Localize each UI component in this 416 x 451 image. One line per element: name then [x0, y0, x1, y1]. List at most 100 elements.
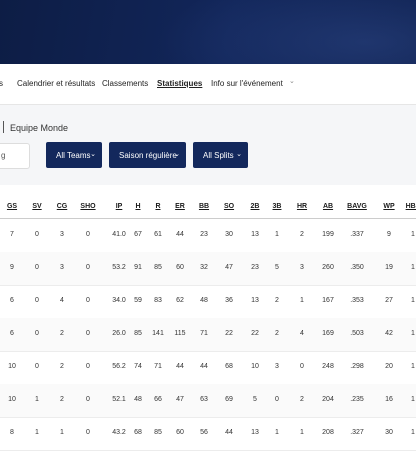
table-cell: 6 [10, 297, 14, 304]
nav-item-calendar[interactable]: Calendrier et résultats [17, 79, 95, 88]
teams-dropdown[interactable]: All Teams ⌄ [46, 142, 102, 168]
table-cell: 22 [251, 330, 259, 337]
table-cell: 115 [174, 330, 186, 337]
column-header-cg[interactable]: CG [57, 203, 68, 210]
table-cell: .350 [350, 264, 364, 271]
table-cell: 204 [322, 396, 334, 403]
column-header-ab[interactable]: AB [323, 203, 333, 210]
table-cell: 44 [176, 231, 184, 238]
table-cell: 3 [275, 363, 279, 370]
column-header-gs[interactable]: GS [7, 203, 17, 210]
table-cell: 2 [60, 363, 64, 370]
column-header-er[interactable]: ER [175, 203, 185, 210]
table-cell: 1 [300, 429, 304, 436]
table-cell: 56 [200, 429, 208, 436]
column-header-hbp[interactable]: HBP [406, 203, 416, 210]
table-cell: 91 [134, 264, 142, 271]
column-header-sho[interactable]: SHO [80, 203, 95, 210]
table-cell: 141 [152, 330, 164, 337]
table-cell: 52.1 [112, 396, 126, 403]
table-row: 8 1 1 0 43.2 68 85 60 56 44 13 1 1 208 .327 30 1 [0, 417, 416, 451]
table-cell: 5 [275, 264, 279, 271]
table-cell: 53.2 [112, 264, 126, 271]
table-cell: 23 [251, 264, 259, 271]
table-cell: 83 [154, 297, 162, 304]
table-cell: 63 [200, 396, 208, 403]
chevron-down-icon: ⌄ [236, 151, 242, 158]
table-cell: 62 [176, 297, 184, 304]
table-cell: 1 [60, 429, 64, 436]
table-cell: 9 [10, 264, 14, 271]
table-cell: 0 [86, 231, 90, 238]
table-cell: 3 [60, 231, 64, 238]
column-header-so[interactable]: SO [224, 203, 234, 210]
table-cell: 9 [387, 231, 391, 238]
column-header-sv[interactable]: SV [32, 203, 41, 210]
column-header-r[interactable]: R [155, 203, 160, 210]
table-row: 6 0 2 0 26.0 85 141 115 71 22 22 2 4 169.503 42 1 [0, 318, 416, 352]
table-cell: 61 [154, 231, 162, 238]
table-cell: 41.0 [112, 231, 126, 238]
splits-dropdown[interactable]: All Splits ⌄ [193, 142, 248, 168]
search-input[interactable]: g [0, 143, 30, 169]
table-cell: 10 [251, 363, 259, 370]
column-header-bavg[interactable]: BAVG [347, 203, 367, 210]
table-cell: 8 [10, 429, 14, 436]
table-cell: 74 [134, 363, 142, 370]
table-cell: 2 [300, 396, 304, 403]
table-cell: 85 [154, 264, 162, 271]
table-cell: 1 [411, 363, 415, 370]
teams-dropdown-label: All Teams [56, 151, 91, 160]
table-cell: .337 [350, 231, 364, 238]
table-cell: 85 [154, 429, 162, 436]
column-header-wp[interactable]: WP [383, 203, 394, 210]
nav-item-standings[interactable]: Classements [102, 79, 148, 88]
table-cell: 48 [200, 297, 208, 304]
table-cell: 4 [60, 297, 64, 304]
table-cell: 208 [322, 429, 334, 436]
table-cell: 66 [154, 396, 162, 403]
event-nav: s Calendrier et résultats Classements St… [0, 64, 416, 105]
table-cell: 0 [86, 396, 90, 403]
chevron-down-icon[interactable]: ⌄ [289, 77, 295, 85]
table-cell: 1 [411, 297, 415, 304]
splits-dropdown-label: All Splits [203, 151, 234, 160]
table-cell: 2 [275, 297, 279, 304]
table-cell: 167 [322, 297, 334, 304]
nav-item-statistics[interactable]: Statistiques [157, 79, 202, 88]
table-cell: 0 [275, 396, 279, 403]
table-cell: 2 [275, 330, 279, 337]
nav-item-partial[interactable]: s [0, 79, 3, 88]
table-row: 10 0 2 0 56.2 74 71 44 44 68 10 3 0 248.298 20 1 [0, 351, 416, 385]
table-header-row: GSSVCGSHOIPHRERBBSO2B3BHRABBAVGWPHBP [0, 196, 416, 219]
table-cell: 169 [322, 330, 334, 337]
table-cell: 44 [225, 429, 233, 436]
table-cell: 13 [251, 297, 259, 304]
column-header-bb[interactable]: BB [199, 203, 209, 210]
table-cell: 69 [225, 396, 233, 403]
table-cell: 2 [300, 231, 304, 238]
table-cell: 2 [60, 396, 64, 403]
table-cell: 42 [385, 330, 393, 337]
header-banner [0, 0, 416, 64]
column-header-h[interactable]: H [135, 203, 140, 210]
table-cell: 0 [86, 297, 90, 304]
table-cell: .327 [350, 429, 364, 436]
column-header-2b[interactable]: 2B [251, 203, 260, 210]
nav-item-event-info[interactable]: Info sur l'événement [211, 79, 283, 88]
column-header-3b[interactable]: 3B [273, 203, 282, 210]
table-cell: 0 [35, 330, 39, 337]
breadcrumb[interactable]: Equipe Monde [10, 123, 68, 133]
table-cell: 1 [411, 330, 415, 337]
table-cell: 3 [300, 264, 304, 271]
table-row: 6 0 4 0 34.0 59 83 62 48 36 13 2 1 167 .353 27 1 [0, 285, 416, 319]
table-cell: 1 [35, 396, 39, 403]
column-header-ip[interactable]: IP [116, 203, 123, 210]
table-cell: 85 [134, 330, 142, 337]
table-cell: 68 [134, 429, 142, 436]
column-header-hr[interactable]: HR [297, 203, 307, 210]
table-cell: 32 [200, 264, 208, 271]
table-cell: 34.0 [112, 297, 126, 304]
table-row: 9 0 3 0 53.2 91 85 60 32 47 23 5 3 260 .350 19 1 [0, 252, 416, 286]
season-dropdown[interactable]: Saison régulière ⌄ [109, 142, 186, 168]
